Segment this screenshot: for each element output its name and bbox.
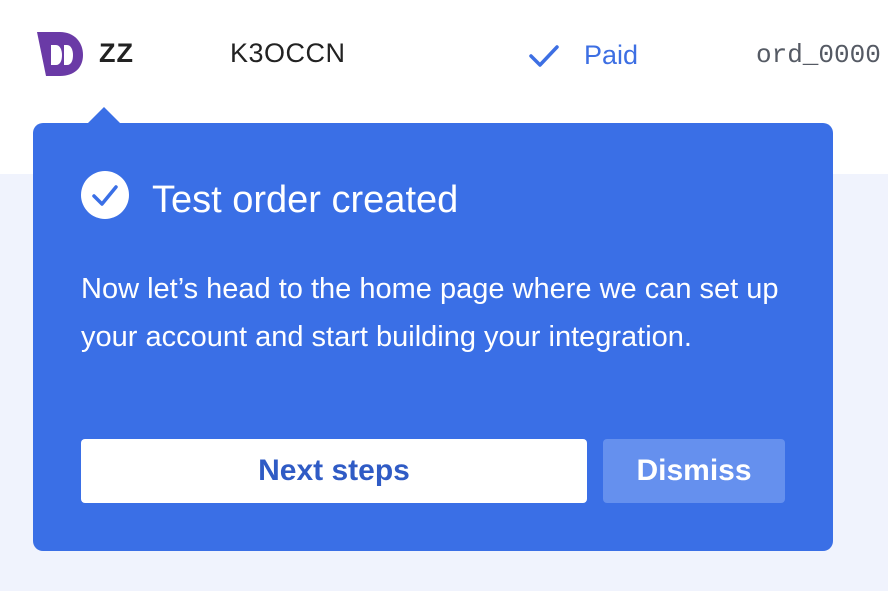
check-circle-icon: [81, 171, 129, 219]
next-steps-button[interactable]: Next steps: [81, 439, 587, 503]
brand-logo-icon: [37, 32, 83, 76]
order-reference: K3OCCN: [230, 38, 346, 68]
customer-name: ZZ: [99, 38, 134, 68]
popover-body: Now let’s head to the home page where we…: [81, 273, 779, 353]
onboarding-popover: Test order created Now let’s head to the…: [33, 107, 833, 551]
popover-title: Test order created: [152, 179, 459, 221]
popover-arrow: [86, 107, 122, 125]
status-badge: Paid: [528, 38, 638, 72]
checkmark-icon: [529, 45, 559, 67]
status-label: Paid: [584, 39, 639, 70]
order-id: ord_0000: [756, 40, 881, 70]
dismiss-button[interactable]: Dismiss: [603, 439, 785, 503]
